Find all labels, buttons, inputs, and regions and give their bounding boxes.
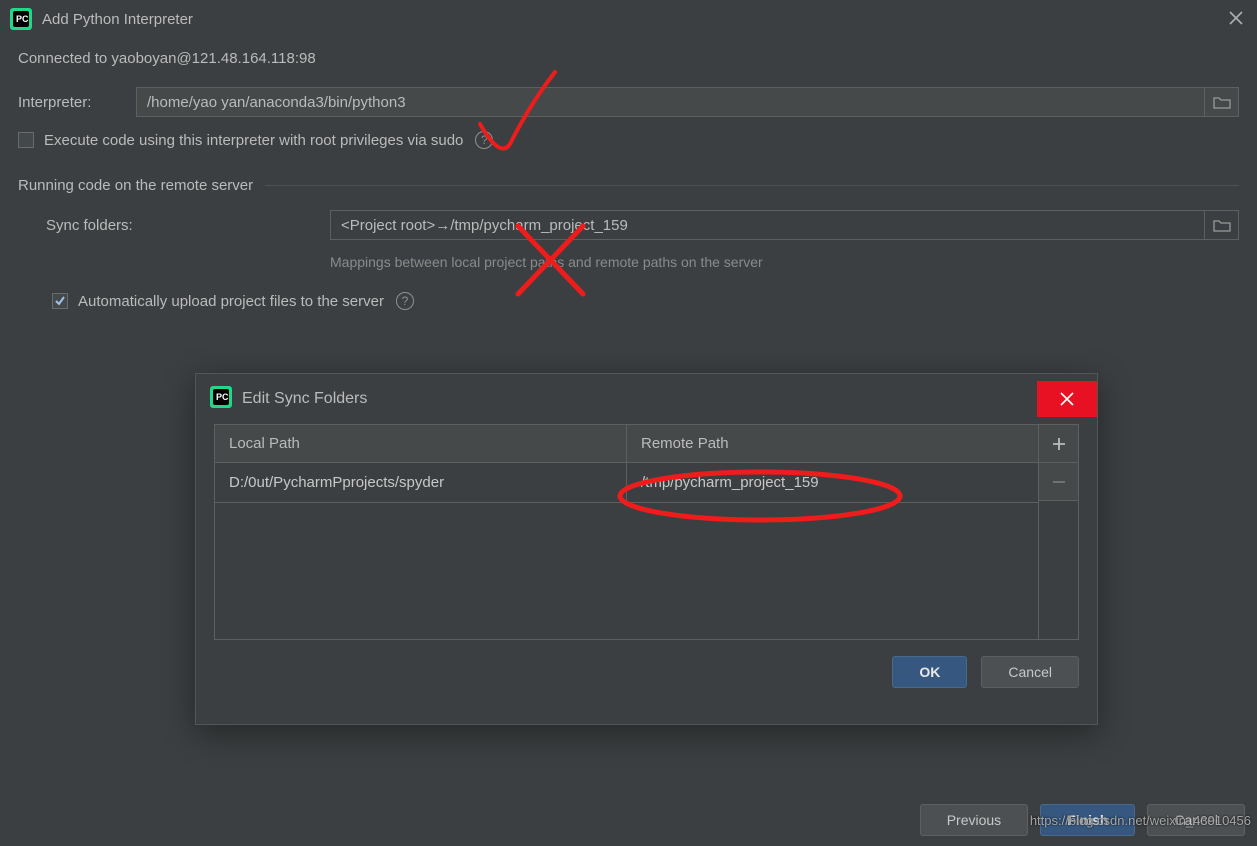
dialog-title: Edit Sync Folders [242, 390, 367, 408]
dialog-close-button[interactable] [1037, 381, 1097, 417]
add-row-button[interactable] [1038, 425, 1078, 463]
col-remote-path: Remote Path [626, 425, 1038, 462]
sync-hint: Mappings between local project paths and… [330, 254, 1239, 270]
pycharm-icon: PC [210, 386, 232, 412]
svg-text:PC: PC [216, 392, 229, 402]
cell-remote-path[interactable]: /tmp/pycharm_project_159 [626, 463, 1038, 502]
titlebar: PC Add Python Interpreter [0, 0, 1257, 38]
edit-sync-folders-dialog: PC Edit Sync Folders Local Path Remote P… [195, 373, 1098, 725]
interpreter-value: /home/yao yan/anaconda3/bin/python3 [147, 94, 406, 111]
help-icon[interactable]: ? [396, 292, 414, 310]
sync-folders-table: Local Path Remote Path D:/0ut/PycharmPpr… [214, 424, 1079, 640]
interpreter-label: Interpreter: [18, 94, 136, 111]
col-local-path: Local Path [215, 425, 626, 462]
window-title: Add Python Interpreter [42, 11, 193, 28]
section-title: Running code on the remote server [18, 177, 253, 194]
sudo-checkbox[interactable] [18, 132, 34, 148]
sync-folders-input[interactable]: <Project root>→/tmp/pycharm_project_159 [330, 210, 1205, 240]
close-icon[interactable] [1229, 9, 1243, 30]
sudo-label: Execute code using this interpreter with… [44, 132, 463, 149]
auto-upload-label: Automatically upload project files to th… [78, 293, 384, 310]
table-row[interactable]: D:/0ut/PycharmPprojects/spyder /tmp/pych… [215, 463, 1038, 503]
help-icon[interactable]: ? [475, 131, 493, 149]
interpreter-input[interactable]: /home/yao yan/anaconda3/bin/python3 [136, 87, 1205, 117]
remove-row-button[interactable] [1038, 463, 1078, 501]
close-icon [1060, 392, 1074, 406]
cell-local-path[interactable]: D:/0ut/PycharmPprojects/spyder [215, 463, 626, 502]
sync-folders-value: <Project root>→/tmp/pycharm_project_159 [341, 217, 628, 234]
sync-folders-label: Sync folders: [18, 217, 330, 234]
watermark: https://blog.csdn.net/weixin_43910456 [1030, 813, 1251, 828]
browse-interpreter-button[interactable] [1205, 87, 1239, 117]
cancel-button[interactable]: Cancel [981, 656, 1079, 688]
pycharm-icon: PC [10, 8, 32, 30]
connection-status: Connected to yaoboyan@121.48.164.118:98 [18, 50, 1239, 67]
svg-text:PC: PC [16, 14, 29, 24]
folder-icon [1213, 218, 1231, 232]
auto-upload-checkbox[interactable] [52, 293, 68, 309]
previous-button[interactable]: Previous [920, 804, 1028, 836]
folder-icon [1213, 95, 1231, 109]
plus-icon [1052, 437, 1066, 451]
divider [265, 185, 1239, 186]
browse-sync-button[interactable] [1205, 210, 1239, 240]
ok-button[interactable]: OK [892, 656, 967, 688]
minus-icon [1052, 475, 1066, 489]
